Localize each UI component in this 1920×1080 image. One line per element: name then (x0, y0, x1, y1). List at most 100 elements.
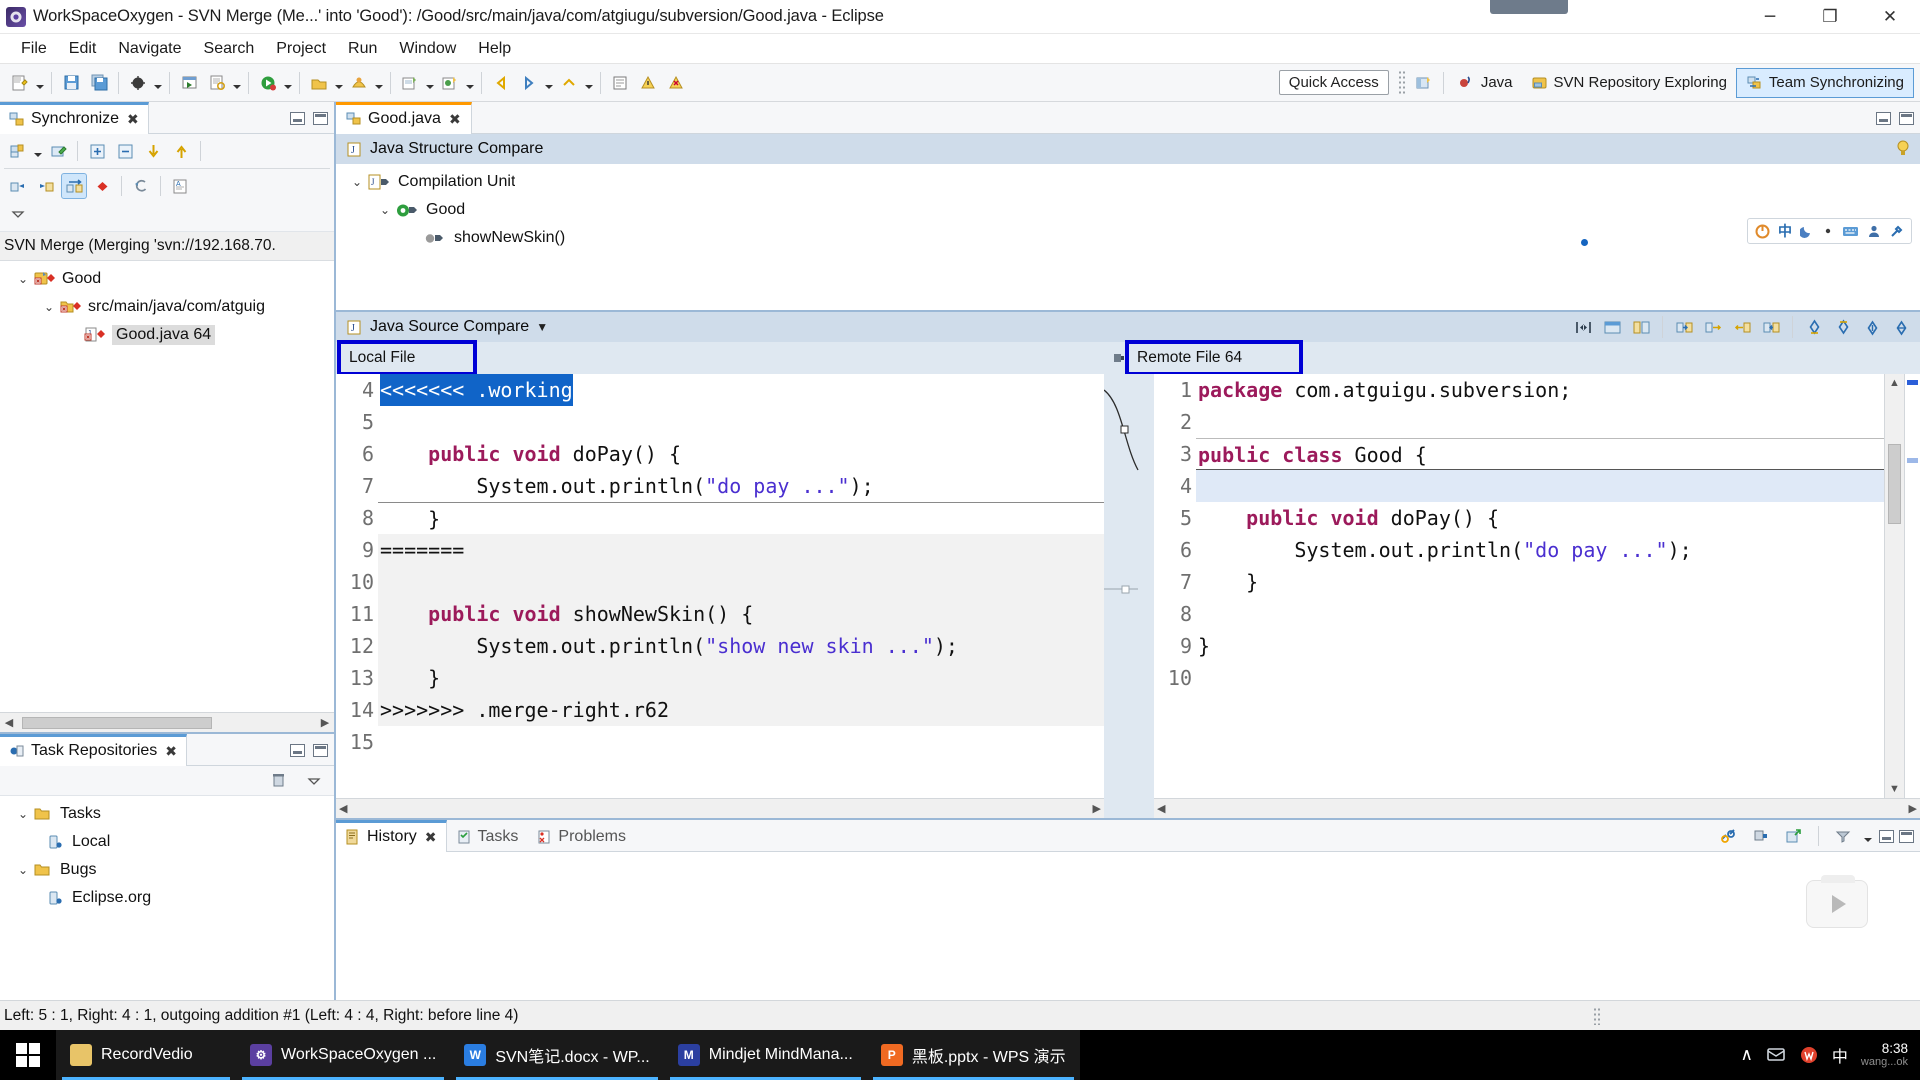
new-synchronization-icon[interactable] (45, 138, 71, 164)
pin-history-icon[interactable] (1748, 823, 1774, 849)
scroll-left-arrow-icon[interactable]: ◀ (1157, 802, 1165, 815)
code-line[interactable]: System.out.println("do pay ..."); (1196, 534, 1884, 566)
copy-current-left-to-right-icon[interactable] (1701, 315, 1725, 339)
code-line[interactable]: } (1196, 566, 1884, 598)
tree-row[interactable]: ⌄ src/main/java/com/atguig (0, 293, 334, 321)
open-perspective-icon[interactable] (1411, 70, 1437, 96)
minimize-editor-icon[interactable] (1876, 111, 1891, 125)
scroll-right-arrow-icon[interactable]: ▶ (1093, 802, 1101, 815)
tray-message-icon[interactable] (1766, 1046, 1786, 1064)
tree-row[interactable]: ⌄ Good (0, 265, 334, 293)
menu-navigate[interactable]: Navigate (107, 37, 192, 61)
tray-clock[interactable]: 8:38 wang...ok (1861, 1041, 1908, 1069)
ime-tools-icon[interactable] (1889, 224, 1904, 239)
menu-project[interactable]: Project (265, 37, 337, 61)
remote-code-area[interactable]: 1 2 3 4 5 6 7 8 9 10 package com.atguigu… (1154, 374, 1920, 798)
tab-task-repositories[interactable]: Task Repositories ✖ (0, 733, 188, 766)
tab-tasks[interactable]: Tasks (447, 820, 528, 852)
recording-play-badge-icon[interactable] (1806, 875, 1868, 928)
tree-twisty-icon[interactable]: ⌄ (374, 203, 396, 217)
menu-file[interactable]: File (10, 37, 58, 61)
code-line[interactable]: } (378, 662, 1104, 694)
tab-problems[interactable]: Problems (527, 820, 635, 852)
minimize-button[interactable]: ─ (1740, 0, 1800, 34)
code-line[interactable]: public void showNewSkin() { (378, 598, 1104, 630)
close-button[interactable]: ✕ (1860, 0, 1920, 34)
overview-marker[interactable] (1907, 458, 1918, 463)
both-mode-icon[interactable] (61, 173, 87, 199)
new-class-dropdown[interactable] (464, 70, 476, 96)
external-tools-icon[interactable] (306, 70, 332, 96)
history-view-body[interactable] (336, 852, 1920, 1000)
filter-history-icon[interactable] (1830, 823, 1856, 849)
maximize-editor-icon[interactable] (1899, 111, 1914, 125)
tab-history-close-icon[interactable]: ✖ (425, 829, 437, 846)
remote-code-text[interactable]: package com.atguigu.subversion; public c… (1196, 374, 1884, 798)
save-all-icon[interactable] (86, 70, 112, 96)
quick-access-input[interactable]: Quick Access (1278, 70, 1389, 95)
ancestor-pane-icon[interactable] (1629, 315, 1653, 339)
copy-all-right-to-left-icon[interactable] (1759, 315, 1783, 339)
expand-all-icon[interactable] (84, 138, 110, 164)
coverage-dropdown[interactable] (373, 70, 385, 96)
run-last-icon[interactable] (176, 70, 202, 96)
code-line[interactable]: <<<<<<< .working (378, 374, 1104, 406)
code-line[interactable]: public class Good { (1196, 438, 1884, 470)
conflicts-mode-icon[interactable] (89, 173, 115, 199)
code-line[interactable]: System.out.println("show new skin ..."); (378, 630, 1104, 662)
minimize-view-icon[interactable] (290, 111, 305, 125)
taskbar-item-workspaceoxygen[interactable]: ⚙ WorkSpaceOxygen ... (236, 1030, 451, 1080)
code-line[interactable]: >>>>>>> .merge-right.r62 (378, 694, 1104, 726)
tree-row[interactable]: ⌄ Bugs (0, 856, 334, 884)
source-compare-menu-icon[interactable]: ▼ (536, 320, 548, 334)
two-pane-layout-icon[interactable] (1600, 315, 1624, 339)
code-line[interactable]: } (378, 502, 1104, 534)
previous-difference-icon[interactable] (1831, 315, 1855, 339)
taskbar-item-heiban-pptx[interactable]: P 黑板.pptx - WPS 演示 (866, 1030, 1080, 1080)
code-line[interactable]: public void doPay() { (378, 438, 1104, 470)
maximize-bottom-view-icon[interactable] (1899, 829, 1914, 843)
perspective-tab-java[interactable]: Java (1449, 68, 1522, 98)
code-line[interactable]: public void doPay() { (1196, 502, 1884, 534)
menu-run[interactable]: Run (337, 37, 388, 61)
incoming-mode-icon[interactable] (5, 173, 31, 199)
tree-row[interactable]: ⌄ Tasks (0, 800, 334, 828)
open-history-editor-icon[interactable] (1781, 823, 1807, 849)
run-dropdown[interactable] (282, 70, 294, 96)
minimize-view-icon[interactable] (290, 743, 305, 757)
pin-compare-icon[interactable] (1108, 342, 1128, 374)
code-line[interactable] (1196, 598, 1884, 630)
java-structure-compare-body[interactable]: ⌄ J Compilation Unit ⌄ Good showNewSkin(… (336, 164, 1920, 312)
overview-marker[interactable] (1907, 380, 1918, 385)
menu-help[interactable]: Help (467, 37, 522, 61)
tree-row[interactable]: Local (0, 828, 334, 856)
view-menu-icon[interactable] (301, 768, 327, 794)
outgoing-mode-icon[interactable] (33, 173, 59, 199)
start-button[interactable] (0, 1030, 56, 1080)
tray-ime-label[interactable]: 中 (1832, 1043, 1848, 1067)
link-with-editor-icon[interactable] (1715, 823, 1741, 849)
code-line[interactable] (1196, 406, 1884, 438)
scroll-right-arrow-icon[interactable]: ▶ (1909, 802, 1917, 815)
switch-left-right-icon[interactable] (1571, 315, 1595, 339)
code-line[interactable] (1196, 470, 1884, 502)
perspective-tab-team-synchronizing[interactable]: Team Synchronizing (1735, 67, 1914, 98)
back-icon[interactable] (488, 70, 514, 96)
tab-history[interactable]: History ✖ (336, 819, 447, 852)
scroll-up-arrow-icon[interactable]: ▲ (1889, 374, 1900, 392)
tree-row[interactable]: ⌄ Good (336, 196, 1920, 224)
copy-current-right-to-left-icon[interactable] (1730, 315, 1754, 339)
coverage-icon[interactable] (346, 70, 372, 96)
new-java-package-icon[interactable] (397, 70, 423, 96)
filter-history-dropdown[interactable] (1862, 823, 1874, 849)
local-code-area[interactable]: 4 5 6 7 8 9 10 11 12 13 14 15 <<<<<<< .w… (336, 374, 1104, 798)
tree-twisty-icon[interactable]: ⌄ (38, 300, 60, 314)
maximize-view-icon[interactable] (313, 743, 328, 757)
menu-edit[interactable]: Edit (58, 37, 108, 61)
ime-person-icon[interactable] (1867, 224, 1881, 238)
code-line[interactable]: ======= (378, 534, 1104, 566)
outgoing-changes-icon[interactable] (168, 138, 194, 164)
tab-task-repositories-close-icon[interactable]: ✖ (165, 743, 177, 760)
external-tools-dropdown[interactable] (333, 70, 345, 96)
pin-editor-icon[interactable] (607, 70, 633, 96)
